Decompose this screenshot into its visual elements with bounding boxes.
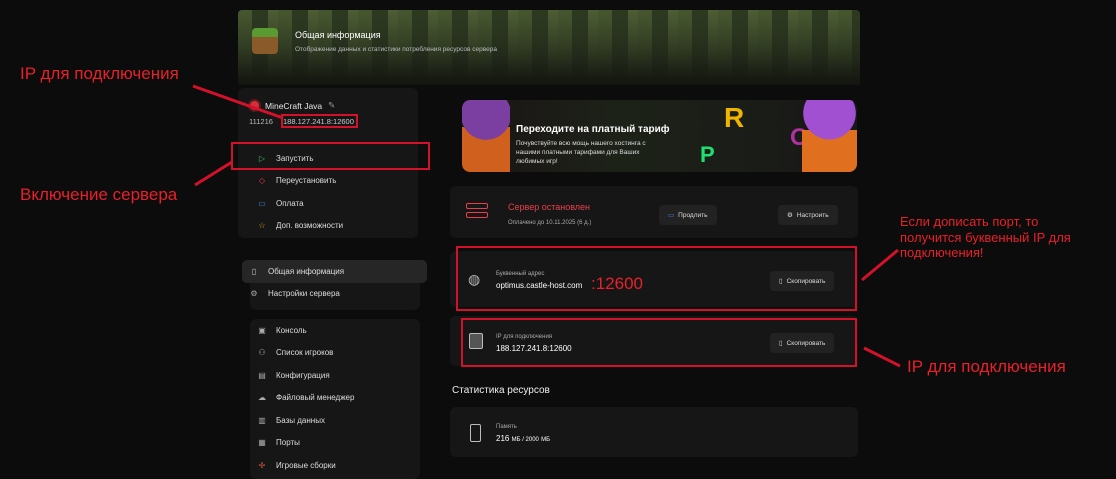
annotation-hint: Если дописать порт, то получится буквенн… bbox=[900, 214, 1071, 261]
annotation-start: Включение сервера bbox=[20, 185, 178, 204]
annotation-ip-left: IP для подключения bbox=[20, 64, 179, 83]
annotation-ip-right: IP для подключения bbox=[907, 357, 1066, 376]
